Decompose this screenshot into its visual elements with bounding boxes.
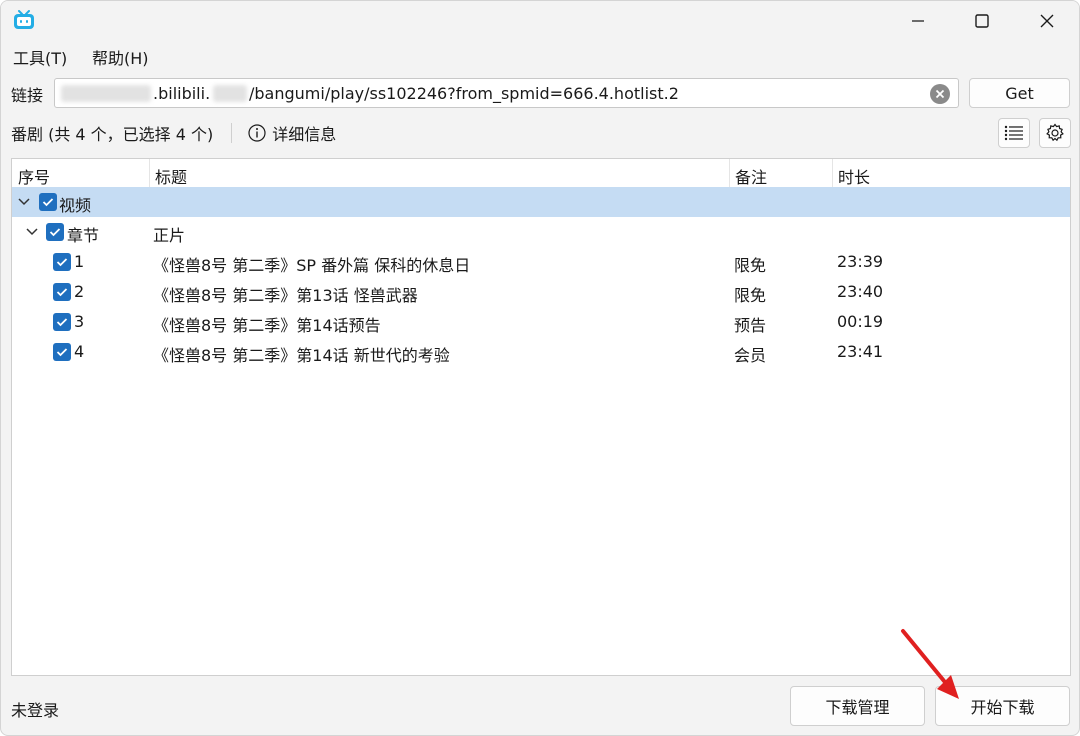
tree-section-chapter[interactable]: 章节 正片 bbox=[12, 217, 1070, 247]
column-header-index[interactable]: 序号 bbox=[18, 164, 50, 188]
close-button[interactable] bbox=[1015, 1, 1079, 41]
maximize-button[interactable] bbox=[950, 1, 1014, 41]
table-row[interactable]: 4 《怪兽8号 第二季》第14话 新世代的考验 会员 23:41 bbox=[12, 337, 1070, 367]
episode-table: 序号 标题 备注 时长 视频 章节 正片 1 《怪兽8号 第二季》SP 番外篇 … bbox=[11, 158, 1071, 676]
menu-help[interactable]: 帮助(H) bbox=[92, 45, 149, 69]
table-row[interactable]: 3 《怪兽8号 第二季》第14话预告 预告 00:19 bbox=[12, 307, 1070, 337]
table-header: 序号 标题 备注 时长 bbox=[12, 159, 1070, 188]
group-label: 视频 bbox=[59, 196, 92, 215]
selection-summary: 番剧 (共 4 个，已选择 4 个) bbox=[11, 125, 214, 144]
download-manager-button[interactable]: 下载管理 bbox=[790, 686, 925, 726]
info-icon bbox=[248, 124, 266, 142]
list-view-button[interactable] bbox=[998, 118, 1030, 148]
row-duration: 23:41 bbox=[837, 342, 884, 361]
details-label: 详细信息 bbox=[272, 125, 337, 144]
row-duration: 23:40 bbox=[837, 282, 884, 301]
section-label: 章节 bbox=[67, 226, 100, 245]
row-index: 3 bbox=[74, 312, 85, 331]
row-note: 会员 bbox=[734, 346, 767, 365]
check-icon bbox=[56, 348, 68, 357]
info-bar: 番剧 (共 4 个，已选择 4 个) 详细信息 bbox=[11, 121, 336, 145]
menu-tools[interactable]: 工具(T) bbox=[13, 45, 67, 69]
check-icon bbox=[56, 258, 68, 267]
login-status: 未登录 bbox=[11, 701, 60, 720]
checkbox-checked[interactable] bbox=[53, 313, 71, 331]
url-redacted-part bbox=[61, 85, 151, 102]
chevron-down-icon[interactable] bbox=[25, 226, 39, 238]
url-redacted-part bbox=[213, 85, 247, 102]
link-label: 链接 bbox=[11, 86, 44, 105]
column-divider bbox=[149, 159, 150, 187]
chevron-down-icon[interactable] bbox=[17, 196, 31, 208]
minimize-button[interactable] bbox=[886, 1, 950, 41]
row-note: 限免 bbox=[734, 286, 767, 305]
column-header-duration[interactable]: 时长 bbox=[838, 164, 870, 188]
row-index: 2 bbox=[74, 282, 85, 301]
checkbox-checked[interactable] bbox=[46, 223, 64, 241]
check-icon bbox=[42, 198, 54, 207]
url-input[interactable]: .bilibili. /bangumi/play/ss102246?from_s… bbox=[54, 78, 959, 108]
tree-group-video[interactable]: 视频 bbox=[12, 187, 1070, 217]
section-title: 正片 bbox=[153, 226, 186, 245]
table-row[interactable]: 1 《怪兽8号 第二季》SP 番外篇 保科的休息日 限免 23:39 bbox=[12, 247, 1070, 277]
settings-button[interactable] bbox=[1039, 118, 1071, 148]
get-button[interactable]: Get bbox=[969, 78, 1070, 108]
details-link[interactable]: 详细信息 bbox=[248, 121, 336, 145]
table-row[interactable]: 2 《怪兽8号 第二季》第13话 怪兽武器 限免 23:40 bbox=[12, 277, 1070, 307]
checkbox-checked[interactable] bbox=[53, 283, 71, 301]
row-title: 《怪兽8号 第二季》SP 番外篇 保科的休息日 bbox=[153, 256, 471, 275]
row-title: 《怪兽8号 第二季》第14话 新世代的考验 bbox=[153, 346, 450, 365]
checkbox-checked[interactable] bbox=[39, 193, 57, 211]
separator bbox=[231, 123, 233, 143]
start-download-button[interactable]: 开始下载 bbox=[935, 686, 1070, 726]
column-header-note[interactable]: 备注 bbox=[735, 164, 767, 188]
checkbox-checked[interactable] bbox=[53, 253, 71, 271]
row-duration: 00:19 bbox=[837, 312, 884, 331]
title-bar bbox=[1, 1, 1079, 41]
row-note: 限免 bbox=[734, 256, 767, 275]
bilibili-tv-icon bbox=[14, 10, 34, 29]
row-index: 1 bbox=[74, 252, 85, 271]
column-header-title[interactable]: 标题 bbox=[155, 164, 187, 188]
url-text-domain: .bilibili. bbox=[153, 84, 211, 103]
check-icon bbox=[56, 288, 68, 297]
app-window: 工具(T) 帮助(H) 链接 .bilibili. /bangumi/play/… bbox=[0, 0, 1080, 736]
menu-bar: 工具(T) 帮助(H) bbox=[1, 41, 1079, 69]
check-icon bbox=[49, 228, 61, 237]
row-title: 《怪兽8号 第二季》第13话 怪兽武器 bbox=[153, 286, 418, 305]
minimize-icon bbox=[912, 20, 924, 22]
url-text-path: /bangumi/play/ss102246?from_spmid=666.4.… bbox=[249, 84, 679, 103]
column-divider bbox=[729, 159, 730, 187]
check-icon bbox=[56, 318, 68, 327]
row-note: 预告 bbox=[734, 316, 767, 335]
checkbox-checked[interactable] bbox=[53, 343, 71, 361]
column-divider bbox=[832, 159, 833, 187]
maximize-icon bbox=[975, 14, 989, 28]
row-index: 4 bbox=[74, 342, 85, 361]
close-icon bbox=[1040, 14, 1054, 28]
gear-icon bbox=[1046, 123, 1064, 142]
clear-icon[interactable] bbox=[930, 84, 950, 104]
row-duration: 23:39 bbox=[837, 252, 884, 271]
row-title: 《怪兽8号 第二季》第14话预告 bbox=[153, 316, 381, 335]
list-icon bbox=[1004, 125, 1023, 141]
